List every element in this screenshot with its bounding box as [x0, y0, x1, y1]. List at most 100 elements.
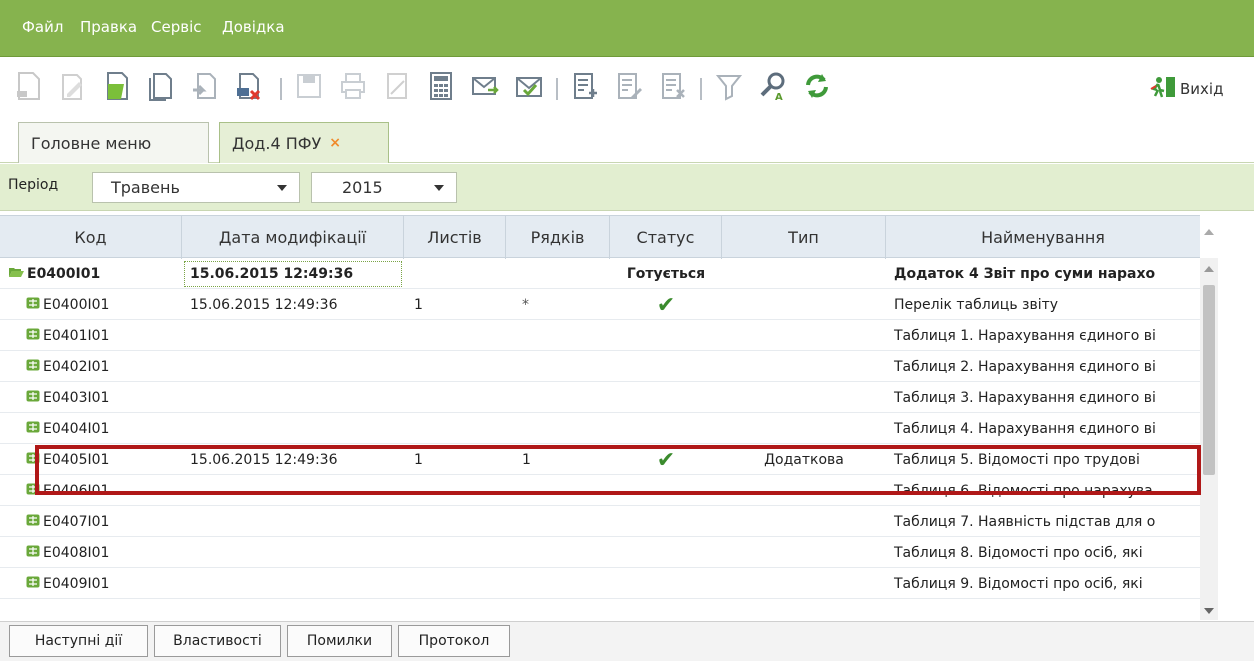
cell-type: Додаткова — [722, 445, 886, 475]
table-row[interactable]: E0403I01 Таблиця 3. Нарахування єдиного в… — [0, 383, 1200, 413]
edit-row-icon[interactable] — [612, 68, 646, 104]
scroll-up-icon[interactable] — [1204, 266, 1214, 272]
add-row-icon[interactable] — [568, 68, 602, 104]
edit-doc-icon[interactable] — [56, 68, 90, 104]
cell-sheets: 1 — [404, 445, 506, 475]
cell-code-text: E0406I01 — [43, 483, 110, 499]
cell-status-text: Готується — [626, 266, 706, 282]
cell-status: Готується — [610, 259, 722, 289]
column-header-type[interactable]: Тип — [722, 216, 886, 259]
cell-code: E0407I01 — [0, 507, 182, 537]
year-select-value: 2015 — [342, 178, 383, 197]
tab-errors[interactable]: Помилки — [287, 625, 392, 657]
chevron-down-icon — [434, 184, 444, 191]
column-header-sheets[interactable]: Листів — [404, 216, 506, 259]
table-row[interactable]: E0401I01 Таблиця 1. Нарахування єдиного в… — [0, 321, 1200, 351]
tab-protocol[interactable]: Протокол — [398, 625, 510, 657]
cell-lines-text: * — [522, 297, 529, 313]
column-header-date[interactable]: Дата модифікації — [182, 216, 404, 259]
year-select[interactable]: 2015 — [311, 172, 457, 203]
menu-help[interactable]: Довідка — [222, 18, 285, 36]
folder-open-icon — [8, 266, 24, 282]
cell-lines — [506, 352, 610, 382]
toolbar-separator — [280, 78, 282, 100]
close-tab-icon[interactable]: × — [329, 135, 341, 151]
cell-lines: 1 — [506, 445, 610, 475]
import-doc-icon[interactable] — [188, 68, 222, 104]
cell-lines — [506, 321, 610, 351]
cell-type — [722, 290, 886, 320]
copy-doc-icon[interactable] — [144, 68, 178, 104]
cell-type — [722, 321, 886, 351]
table-row[interactable]: E0406I01 Таблиця 6. Відомості про нарахув… — [0, 476, 1200, 506]
menu-edit[interactable]: Правка — [80, 18, 137, 36]
refresh-icon[interactable] — [800, 68, 834, 104]
delete-doc-icon[interactable] — [232, 68, 266, 104]
scrollbar-thumb[interactable] — [1203, 285, 1215, 475]
form-icon — [26, 483, 40, 499]
send-mail-icon[interactable] — [468, 68, 502, 104]
header-scroll-corner — [1200, 215, 1218, 258]
cell-date-text: 15.06.2015 12:49:36 — [190, 452, 338, 468]
cell-name-text: Додаток 4 Звіт про суми нарахо — [894, 266, 1156, 282]
table-row[interactable]: E0404I01 Таблиця 4. Нарахування єдиного в… — [0, 414, 1200, 444]
cell-type — [722, 352, 886, 382]
cell-name-text: Таблиця 3. Нарахування єдиного ві — [894, 390, 1156, 406]
scroll-down-icon[interactable] — [1204, 608, 1214, 614]
cell-date-text: 15.06.2015 12:49:36 — [190, 266, 354, 282]
table-row[interactable]: E0400I01 15.06.2015 12:49:36 1 * ✔ Перелік та… — [0, 290, 1200, 320]
cell-date — [182, 538, 404, 568]
calculator-icon[interactable] — [424, 68, 458, 104]
cell-code-text: E0400I01 — [27, 266, 101, 282]
print-icon[interactable] — [336, 68, 370, 104]
table-row[interactable]: E0407I01 Таблиця 7. Наявність підстав для… — [0, 507, 1200, 537]
cell-date — [182, 476, 404, 506]
column-header-status[interactable]: Статус — [610, 216, 722, 259]
reports-grid: Код Дата модифікації Листів Рядків Стату… — [0, 215, 1218, 620]
tab-next-actions[interactable]: Наступні дії — [9, 625, 148, 657]
cell-sheets — [404, 538, 506, 568]
table-row[interactable]: E0409I01 Таблиця 9. Відомості про осіб, я… — [0, 569, 1200, 599]
checkmark-icon: ✔ — [656, 447, 676, 473]
open-doc-icon[interactable] — [100, 68, 134, 104]
menu-service[interactable]: Сервіс — [151, 18, 201, 36]
cell-code-text: E0409I01 — [43, 576, 110, 592]
cell-code: E0409I01 — [0, 569, 182, 599]
exit-button[interactable]: Вихід — [1150, 76, 1223, 102]
search-icon[interactable]: A — [756, 68, 790, 104]
delete-row-icon[interactable] — [656, 68, 690, 104]
table-row[interactable]: E0405I01 15.06.2015 12:49:36 1 1 ✔ Додаткова Т… — [0, 445, 1200, 475]
column-header-code[interactable]: Код — [0, 216, 182, 259]
tab-dod4-pfu[interactable]: Дод.4 ПФУ × — [219, 122, 389, 163]
cell-name-text: Таблиця 9. Відомості про осіб, які — [894, 576, 1143, 592]
table-row-group[interactable]: E0400I01 15.06.2015 12:49:36 Готується Дода… — [0, 259, 1200, 289]
column-header-rows[interactable]: Рядків — [506, 216, 610, 259]
cell-status — [610, 569, 722, 599]
cell-name: Перелік таблиць звіту — [886, 290, 1200, 320]
filter-icon[interactable] — [712, 68, 746, 104]
cell-sheets — [404, 259, 506, 289]
tab-main-menu-label: Головне меню — [31, 133, 152, 153]
cell-lines — [506, 414, 610, 444]
menu-file[interactable]: Файл — [22, 18, 63, 36]
app-window: Файл Правка Сервіс Довідка A Вихід Голов… — [0, 0, 1254, 661]
toolbar-separator — [700, 78, 702, 100]
column-header-name[interactable]: Найменування — [886, 216, 1200, 259]
new-doc-icon[interactable] — [12, 68, 46, 104]
scroll-up-icon — [1204, 229, 1214, 235]
table-row[interactable]: E0408I01 Таблиця 8. Відомості про осіб, я… — [0, 538, 1200, 568]
sign-icon[interactable] — [380, 68, 414, 104]
cell-name: Таблиця 2. Нарахування єдиного ві — [886, 352, 1200, 382]
month-select[interactable]: Травень — [92, 172, 300, 203]
vertical-scrollbar[interactable] — [1200, 258, 1218, 620]
cell-sheets — [404, 507, 506, 537]
cell-name-text: Перелік таблиць звіту — [894, 297, 1059, 313]
save-icon[interactable] — [292, 68, 326, 104]
cell-sheets-text: 1 — [414, 297, 423, 313]
tab-properties[interactable]: Властивості — [154, 625, 281, 657]
cell-code-text: E0408I01 — [43, 545, 110, 561]
tab-main-menu[interactable]: Головне меню — [18, 122, 209, 163]
table-row[interactable]: E0402I01 Таблиця 2. Нарахування єдиного в… — [0, 352, 1200, 382]
receive-mail-icon[interactable] — [512, 68, 546, 104]
exit-icon — [1150, 76, 1176, 102]
